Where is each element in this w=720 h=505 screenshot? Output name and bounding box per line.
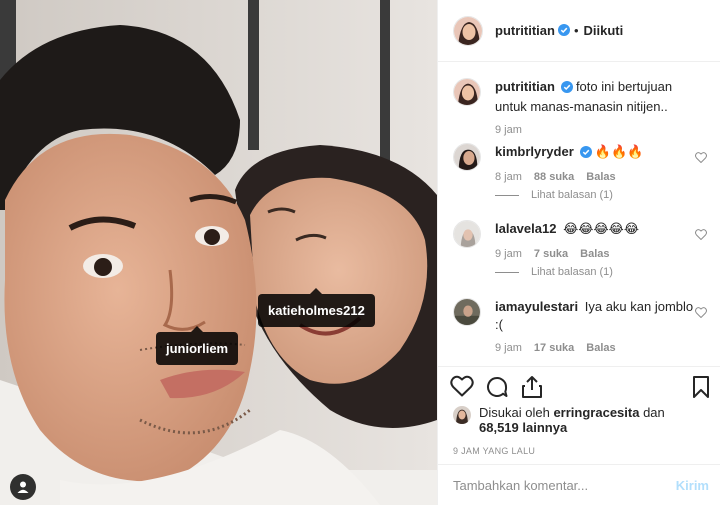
comment-time: 9 jam xyxy=(495,342,522,354)
comment-meta: 9 jam 17 suka Balas xyxy=(495,342,616,354)
reply-button[interactable]: Balas xyxy=(586,342,615,354)
commenter-avatar[interactable] xyxy=(453,220,481,248)
reply-button[interactable]: Balas xyxy=(586,171,615,183)
add-comment-bar: Kirim xyxy=(438,464,720,505)
verified-badge-icon xyxy=(557,23,570,39)
selfie-image xyxy=(0,0,437,505)
replies-divider xyxy=(495,194,519,196)
comment-likes[interactable]: 7 suka xyxy=(534,248,568,260)
comment-text: 🔥🔥🔥 xyxy=(594,144,644,159)
view-replies-label: Lihat balasan (1) xyxy=(531,189,613,201)
likes-others[interactable]: 68,519 lainnya xyxy=(479,420,567,435)
verified-badge-icon xyxy=(560,80,573,98)
comment-time: 9 jam xyxy=(495,248,522,260)
likes-summary: Disukai oleh erringracesita dan 68,519 l… xyxy=(453,405,689,435)
replies-divider xyxy=(495,271,519,273)
likes-connector: dan xyxy=(643,405,665,420)
comment-body: lalavela12 😂😂😂😂😂 xyxy=(495,220,695,238)
view-replies-button[interactable]: Lihat balasan (1) xyxy=(495,266,613,278)
comment-icon[interactable] xyxy=(485,375,509,402)
following-button[interactable]: Diikuti xyxy=(584,23,624,38)
comment-text: 😂😂😂😂😂 xyxy=(563,221,640,236)
likes-text: Disukai oleh erringracesita dan 68,519 l… xyxy=(479,405,689,435)
caption-time: 9 jam xyxy=(495,124,522,136)
verified-badge-icon xyxy=(579,145,592,163)
comment-username[interactable]: kimbrlyryder xyxy=(495,144,574,159)
commenter-avatar[interactable] xyxy=(453,298,481,326)
post-timestamp[interactable]: 9 JAM YANG LALU xyxy=(453,446,535,456)
post-comment-button[interactable]: Kirim xyxy=(676,478,709,493)
comment-time: 8 jam xyxy=(495,171,522,183)
user-tag-juniorliem[interactable]: juniorliem xyxy=(156,326,239,365)
author-username[interactable]: putrititian xyxy=(495,23,555,38)
comment-like-heart-icon[interactable] xyxy=(695,227,707,243)
comment-like-heart-icon[interactable] xyxy=(695,150,707,166)
comment-username[interactable]: iamayulestari xyxy=(495,299,578,314)
comment-body: iamayulestari Iya aku kan jomblo :( xyxy=(495,298,695,334)
comment-like-heart-icon[interactable] xyxy=(695,305,707,321)
view-replies-button[interactable]: Lihat balasan (1) xyxy=(495,189,613,201)
post-header: putrititian • Diikuti xyxy=(438,0,720,62)
post-photo[interactable]: katieholmes212 juniorliem xyxy=(0,0,437,505)
user-tag-icon[interactable] xyxy=(10,474,36,500)
separator-dot: • xyxy=(573,23,579,38)
comment-likes[interactable]: 17 suka xyxy=(534,342,574,354)
user-tag-label: juniorliem xyxy=(166,341,229,356)
view-replies-label: Lihat balasan (1) xyxy=(531,266,613,278)
caption-meta: 9 jam xyxy=(495,124,522,136)
comment-meta: 8 jam 88 suka Balas xyxy=(495,171,616,183)
liker-username[interactable]: erringracesita xyxy=(553,405,639,420)
share-icon[interactable] xyxy=(521,375,543,402)
comment-body: kimbrlyryder 🔥🔥🔥 xyxy=(495,143,695,163)
action-icon-row xyxy=(450,375,712,403)
reply-button[interactable]: Balas xyxy=(580,248,609,260)
caption-username[interactable]: putrititian xyxy=(495,79,555,94)
caption-avatar[interactable] xyxy=(453,78,481,106)
likes-prefix: Disukai oleh xyxy=(479,405,550,420)
comments-list[interactable]: putrititian foto ini bertujuan untuk mana… xyxy=(438,63,720,366)
comment-meta: 9 jam 7 suka Balas xyxy=(495,248,610,260)
post-side-panel: putrititian • Diikuti putrititian foto in… xyxy=(437,0,720,505)
author-avatar[interactable] xyxy=(453,15,483,46)
liker-avatar[interactable] xyxy=(453,406,471,424)
commenter-avatar[interactable] xyxy=(453,143,481,171)
heart-icon[interactable] xyxy=(450,375,474,400)
user-tag-label: katieholmes212 xyxy=(268,303,365,318)
comment-likes[interactable]: 88 suka xyxy=(534,171,574,183)
user-tag-katieholmes212[interactable]: katieholmes212 xyxy=(258,288,375,327)
bookmark-icon[interactable] xyxy=(691,375,711,402)
caption-body: putrititian foto ini bertujuan untuk mana… xyxy=(495,78,695,116)
comment-input[interactable] xyxy=(453,477,676,493)
comment-username[interactable]: lalavela12 xyxy=(495,221,556,236)
